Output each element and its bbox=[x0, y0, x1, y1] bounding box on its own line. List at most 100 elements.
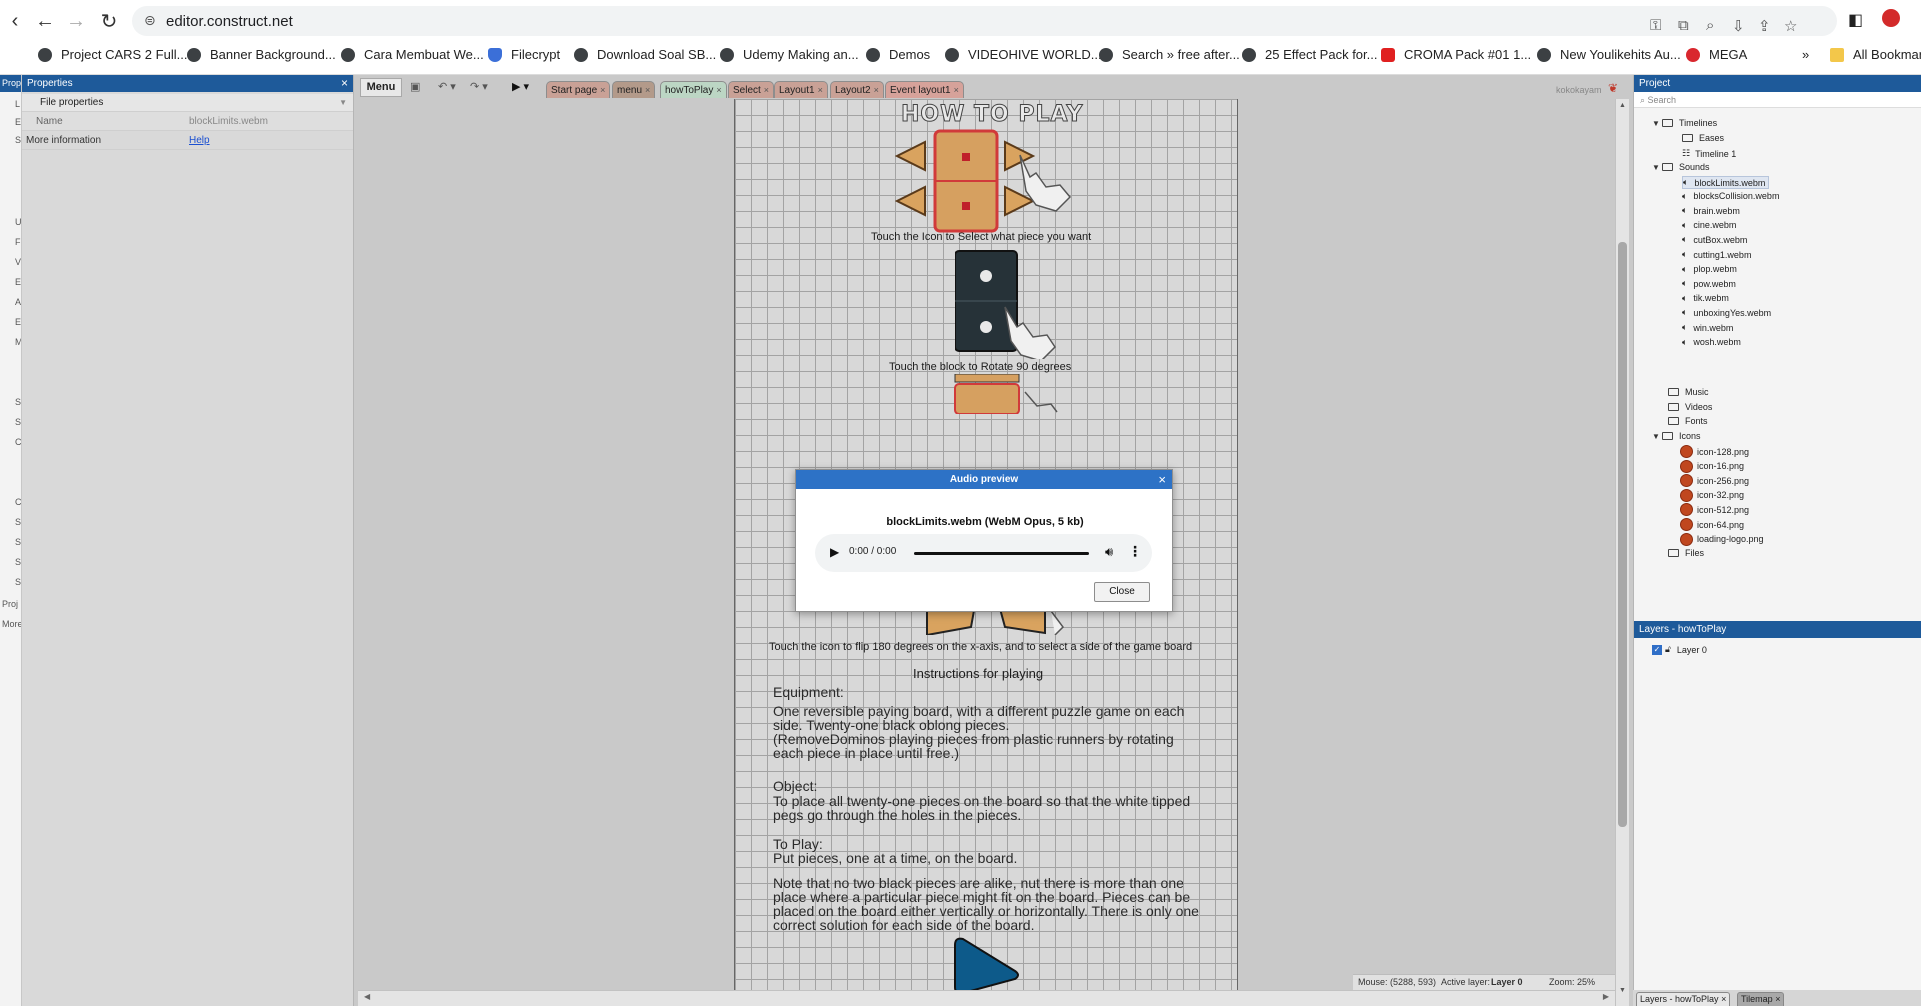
close-icon[interactable]: × bbox=[600, 85, 605, 95]
play-icon[interactable]: ▶ bbox=[830, 545, 839, 559]
tree-folder-timelines[interactable]: ▼ Timelines bbox=[1652, 118, 1717, 128]
share-icon[interactable]: ⇪ bbox=[1758, 17, 1771, 35]
tree-item-icon-file[interactable]: icon-128.png bbox=[1680, 445, 1749, 458]
scroll-right-icon[interactable]: ▶ bbox=[1603, 992, 1609, 1001]
url-text[interactable]: editor.construct.net bbox=[166, 13, 293, 30]
bookmark-search-free[interactable]: Search » free after... bbox=[1099, 47, 1240, 62]
close-icon[interactable]: × bbox=[716, 85, 721, 95]
tab-tilemap[interactable]: Tilemap × bbox=[1737, 992, 1785, 1006]
tree-folder-videos[interactable]: Videos bbox=[1668, 402, 1712, 412]
project-search-input[interactable]: ⌕ Search bbox=[1634, 92, 1921, 108]
tree-item-sound[interactable]: 🔈︎ tik.webm bbox=[1682, 293, 1729, 304]
bookmark-demos[interactable]: Demos bbox=[866, 47, 930, 62]
tab-menu[interactable]: menu × bbox=[612, 81, 656, 98]
tree-folder-music[interactable]: Music bbox=[1668, 387, 1709, 397]
undo-icon[interactable]: ↶ ▾ bbox=[438, 80, 456, 93]
username[interactable]: kokokayam bbox=[1556, 85, 1602, 95]
key-icon[interactable]: ⚿ bbox=[1650, 17, 1661, 34]
bookmark-udemy[interactable]: Udemy Making an... bbox=[720, 47, 859, 62]
bookmark-25-effect[interactable]: 25 Effect Pack for... bbox=[1242, 47, 1378, 62]
tree-item-sound[interactable]: 🔈︎ blocksCollision.webm bbox=[1682, 191, 1779, 202]
volume-icon[interactable]: 🔊︎ bbox=[1105, 544, 1113, 560]
tree-item-sound[interactable]: 🔈︎ brain.webm bbox=[1682, 205, 1740, 216]
tree-item-icon-file[interactable]: icon-16.png bbox=[1680, 459, 1744, 473]
collapse-arrow-icon[interactable]: ▼ bbox=[339, 94, 347, 112]
expand-icon[interactable]: ▼ bbox=[1652, 163, 1662, 172]
bookmark-filecrypt[interactable]: Filecrypt bbox=[488, 47, 560, 62]
reload-icon[interactable]: ↻ bbox=[96, 8, 122, 34]
tree-item-sound[interactable]: 🔈︎ cutBox.webm bbox=[1682, 234, 1747, 245]
more-bookmarks-button[interactable]: » bbox=[1802, 47, 1809, 62]
all-bookmarks-folder[interactable]: All Bookmarks bbox=[1830, 47, 1921, 62]
bookmark-star-icon[interactable]: ☆ bbox=[1784, 17, 1797, 35]
zoom-icon[interactable]: ⌕ bbox=[1706, 17, 1714, 34]
tree-folder-icons[interactable]: ▼ Icons bbox=[1652, 431, 1701, 441]
install-app-icon[interactable]: ⇩ bbox=[1732, 17, 1745, 35]
left-strip-header[interactable]: Prop bbox=[0, 75, 21, 92]
tree-folder-eases[interactable]: Eases bbox=[1682, 133, 1724, 143]
tab-layout1[interactable]: Layout1 × bbox=[774, 81, 828, 98]
expand-icon[interactable]: ▼ bbox=[1652, 119, 1662, 128]
how-to-play-title[interactable]: HOW TO PLAY bbox=[900, 102, 1083, 128]
layer-row[interactable]: ✓ 🔓︎ Layer 0 bbox=[1652, 644, 1707, 655]
close-button[interactable]: Close bbox=[1094, 582, 1150, 602]
file-properties-group[interactable]: File properties ▼ bbox=[22, 94, 353, 112]
scroll-left-icon[interactable]: ◀ bbox=[364, 992, 370, 1001]
tree-item-sound[interactable]: 🔈︎ plop.webm bbox=[1682, 264, 1737, 275]
more-options-icon[interactable]: ⋮ bbox=[1128, 543, 1142, 560]
redo-icon[interactable]: ↷ ▾ bbox=[470, 80, 488, 93]
close-icon[interactable]: × bbox=[341, 75, 348, 92]
address-bar[interactable]: ⊜ editor.construct.net ⚿ ⧉ ⌕ ⇩ ⇪ ☆ bbox=[132, 6, 1837, 36]
tree-item-timeline1[interactable]: ☷ Timeline 1 bbox=[1682, 148, 1736, 159]
tab-layers-howtoplay[interactable]: Layers - howToPlay × bbox=[1636, 992, 1731, 1006]
lock-icon[interactable]: 🔓︎ bbox=[1665, 644, 1671, 655]
scroll-down-icon[interactable]: ▼ bbox=[1619, 987, 1626, 994]
user-avatar-icon[interactable]: ❦ bbox=[1608, 81, 1618, 95]
piece-select-graphic[interactable] bbox=[895, 129, 1095, 239]
tab-event-layout1[interactable]: Event layout1 × bbox=[885, 81, 964, 98]
expand-icon[interactable]: ▼ bbox=[1652, 432, 1662, 441]
scrollbar-thumb[interactable] bbox=[1618, 242, 1627, 827]
menu-button[interactable]: Menu bbox=[360, 78, 402, 97]
tree-item-sound[interactable]: 🔈︎ unboxingYes.webm bbox=[1682, 307, 1771, 318]
vertical-scrollbar[interactable]: ▲ ▼ bbox=[1615, 99, 1629, 1006]
tree-folder-files[interactable]: Files bbox=[1668, 548, 1704, 558]
help-link[interactable]: Help bbox=[189, 131, 210, 150]
tree-folder-sounds[interactable]: ▼ Sounds bbox=[1652, 162, 1710, 172]
horizontal-scrollbar[interactable]: ◀ ▶ bbox=[358, 990, 1615, 1006]
extension-icon[interactable] bbox=[1882, 9, 1900, 27]
tree-item-sound[interactable]: 🔈︎ cutting1.webm bbox=[1682, 249, 1751, 260]
bookmark-videohive[interactable]: VIDEOHIVE WORLD... bbox=[945, 47, 1102, 62]
tree-item-sound[interactable]: 🔈︎ cine.webm bbox=[1682, 220, 1736, 231]
tab-layout2[interactable]: Layout2 × bbox=[830, 81, 884, 98]
seek-slider[interactable] bbox=[914, 552, 1089, 555]
tree-item-sound[interactable]: 🔈︎ pow.webm bbox=[1682, 278, 1736, 289]
tree-item-icon-file[interactable]: loading-logo.png bbox=[1680, 532, 1764, 546]
tree-item-sound[interactable]: 🔈︎ blockLimits.webm bbox=[1682, 176, 1770, 189]
side-panel-icon[interactable]: ◧ bbox=[1848, 10, 1863, 30]
forward-icon[interactable]: → bbox=[63, 8, 89, 34]
flip-graphic[interactable] bbox=[935, 374, 1075, 414]
tree-item-icon-file[interactable]: icon-256.png bbox=[1680, 474, 1749, 488]
close-icon[interactable]: × bbox=[1775, 994, 1780, 1004]
site-info-icon[interactable]: ⊜ bbox=[144, 12, 156, 29]
tab-start-page[interactable]: Start page × bbox=[546, 81, 611, 98]
bookmark-croma-pack[interactable]: CROMA Pack #01 1... bbox=[1381, 47, 1531, 62]
tree-folder-fonts[interactable]: Fonts bbox=[1668, 416, 1708, 426]
close-icon[interactable]: × bbox=[1721, 994, 1726, 1004]
open-external-icon[interactable]: ⧉ bbox=[1678, 17, 1689, 34]
close-icon[interactable]: × bbox=[818, 85, 823, 95]
bookmark-download-soal[interactable]: Download Soal SB... bbox=[574, 47, 716, 62]
blue-play-piece[interactable] bbox=[953, 937, 1023, 990]
close-icon[interactable]: × bbox=[874, 85, 879, 95]
layer-visible-checkbox[interactable]: ✓ bbox=[1652, 644, 1662, 655]
back-icon[interactable]: ← bbox=[32, 8, 58, 34]
tree-item-sound[interactable]: 🔈︎ win.webm bbox=[1682, 322, 1733, 333]
close-icon[interactable]: × bbox=[764, 85, 769, 95]
bookmark-mega[interactable]: MEGA bbox=[1686, 47, 1747, 62]
close-icon[interactable]: × bbox=[954, 85, 959, 95]
tree-item-icon-file[interactable]: icon-64.png bbox=[1680, 518, 1744, 531]
bookmark-project-cars[interactable]: Project CARS 2 Full... bbox=[38, 47, 187, 62]
play-preview-icon[interactable]: ▶ ▾ bbox=[512, 80, 529, 93]
tab-select[interactable]: Select × bbox=[728, 81, 775, 98]
